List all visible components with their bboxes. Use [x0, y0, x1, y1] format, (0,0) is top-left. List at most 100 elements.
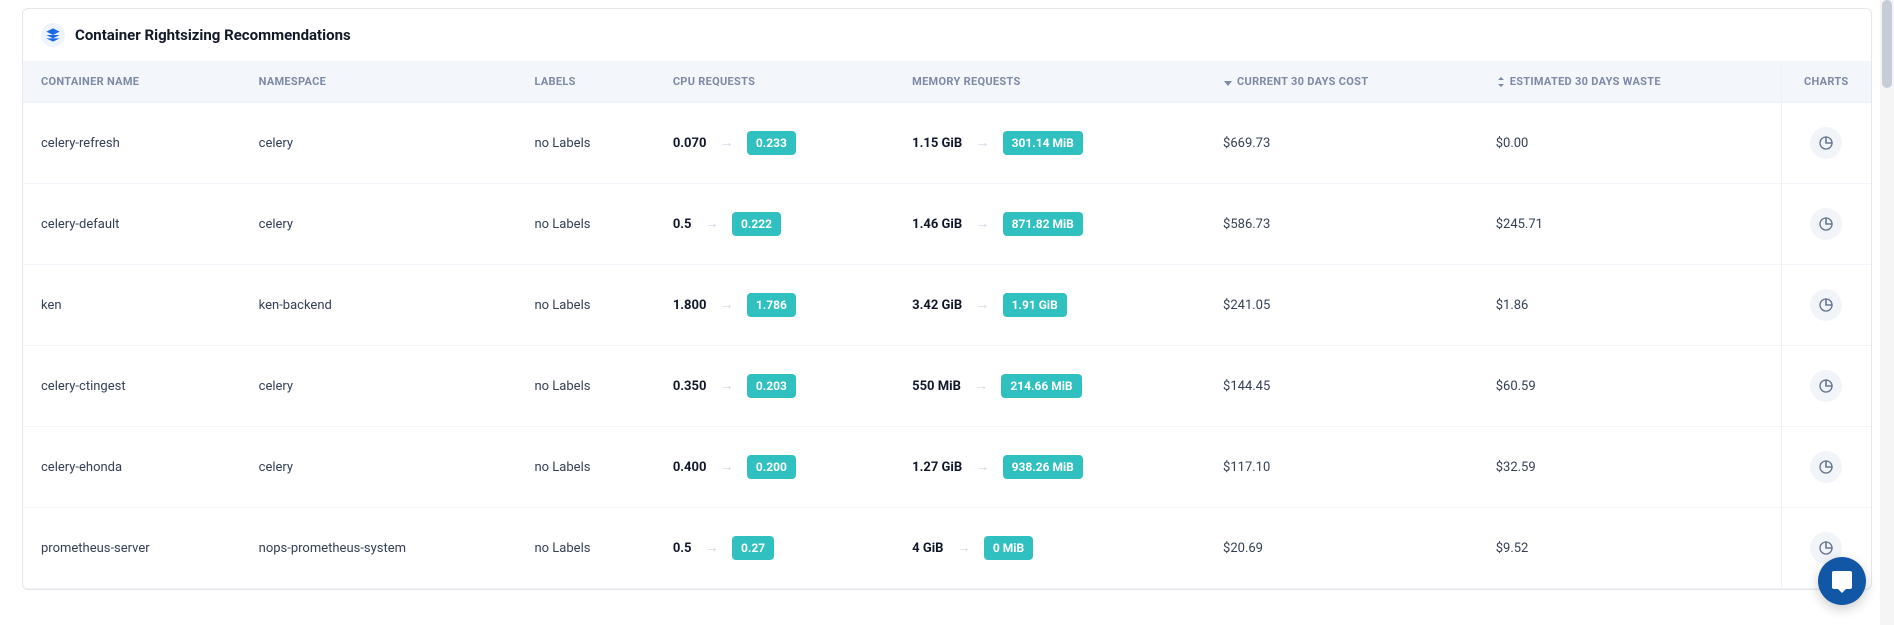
table-row: ken ken-backend no Labels 1.800 → 1.786 … [23, 265, 1871, 346]
cpu-current: 0.350 [673, 379, 707, 394]
pie-chart-icon [1818, 378, 1834, 394]
chart-button[interactable] [1810, 208, 1842, 240]
cell-cost: $669.73 [1205, 103, 1478, 184]
cell-cpu: 0.5 → 0.222 [655, 184, 894, 265]
arrow-right-icon: → [705, 216, 719, 232]
chart-button[interactable] [1810, 127, 1842, 159]
cell-memory: 1.15 GiB → 301.14 MiB [894, 103, 1205, 184]
memory-recommended: 214.66 MiB [1001, 374, 1081, 398]
col-memory[interactable]: MEMORY REQUESTS [894, 61, 1205, 103]
col-cost[interactable]: CURRENT 30 DAYS COST [1205, 61, 1478, 103]
arrow-right-icon: → [975, 297, 989, 313]
arrow-right-icon: → [720, 459, 734, 475]
scrollbar-thumb[interactable] [1882, 0, 1892, 88]
memory-current: 1.46 GiB [912, 217, 962, 232]
waste-text: $60.59 [1496, 379, 1536, 394]
cell-waste: $0.00 [1478, 103, 1781, 184]
cell-namespace: ken-backend [241, 265, 517, 346]
cost-text: $20.69 [1223, 541, 1263, 556]
memory-recommended: 301.14 MiB [1003, 131, 1083, 155]
labels-text: no Labels [534, 136, 590, 151]
arrow-right-icon: → [975, 459, 989, 475]
container-name-text: celery-refresh [41, 136, 120, 151]
cell-cost: $144.45 [1205, 346, 1478, 427]
memory-current: 4 GiB [912, 541, 943, 556]
table-row: celery-ehonda celery no Labels 0.400 → 0… [23, 427, 1871, 508]
cpu-current: 0.400 [673, 460, 707, 475]
namespace-text: celery [259, 379, 293, 394]
table-row: celery-refresh celery no Labels 0.070 → … [23, 103, 1871, 184]
cell-container: celery-ctingest [23, 346, 241, 427]
namespace-text: ken-backend [259, 298, 332, 313]
cell-charts [1781, 346, 1871, 427]
cpu-current: 0.5 [673, 217, 692, 232]
waste-text: $245.71 [1496, 217, 1543, 232]
cpu-recommended: 0.233 [747, 131, 796, 155]
pie-chart-icon [1818, 297, 1834, 313]
arrow-right-icon: → [705, 540, 719, 556]
cost-text: $586.73 [1223, 217, 1270, 232]
cell-container: ken [23, 265, 241, 346]
memory-recommended: 938.26 MiB [1003, 455, 1083, 479]
labels-text: no Labels [534, 460, 590, 475]
cell-charts [1781, 103, 1871, 184]
container-name-text: celery-default [41, 217, 119, 232]
chart-button[interactable] [1810, 289, 1842, 321]
pie-chart-icon [1818, 540, 1834, 556]
cell-memory: 4 GiB → 0 MiB [894, 508, 1205, 589]
chart-button[interactable] [1810, 370, 1842, 402]
cell-namespace: celery [241, 427, 517, 508]
pie-chart-icon [1818, 459, 1834, 475]
labels-text: no Labels [534, 217, 590, 232]
recommendations-table: CONTAINER NAME NAMESPACE LABELS CPU REQU… [23, 61, 1871, 589]
cell-memory: 1.46 GiB → 871.82 MiB [894, 184, 1205, 265]
cell-cost: $20.69 [1205, 508, 1478, 589]
waste-text: $0.00 [1496, 136, 1529, 151]
scrollbar-track[interactable] [1880, 0, 1894, 625]
memory-recommended: 0 MiB [984, 536, 1033, 560]
panel-title: Container Rightsizing Recommendations [75, 26, 351, 44]
col-container-name[interactable]: CONTAINER NAME [23, 61, 241, 103]
col-namespace[interactable]: NAMESPACE [241, 61, 517, 103]
arrow-right-icon: → [974, 378, 988, 394]
arrow-right-icon: → [720, 297, 734, 313]
cpu-current: 0.5 [673, 541, 692, 556]
chat-widget-button[interactable] [1818, 557, 1866, 605]
labels-text: no Labels [534, 298, 590, 313]
col-cpu[interactable]: CPU REQUESTS [655, 61, 894, 103]
table-row: prometheus-server nops-prometheus-system… [23, 508, 1871, 589]
chart-button[interactable] [1810, 451, 1842, 483]
table-row: celery-default celery no Labels 0.5 → 0.… [23, 184, 1871, 265]
cost-text: $144.45 [1223, 379, 1270, 394]
container-name-text: celery-ctingest [41, 379, 126, 394]
cell-cost: $241.05 [1205, 265, 1478, 346]
namespace-text: celery [259, 136, 293, 151]
cpu-recommended: 0.200 [747, 455, 796, 479]
cell-cpu: 0.070 → 0.233 [655, 103, 894, 184]
waste-text: $1.86 [1496, 298, 1529, 313]
cell-waste: $32.59 [1478, 427, 1781, 508]
cell-container: celery-default [23, 184, 241, 265]
layers-icon [41, 23, 65, 47]
cell-container: celery-ehonda [23, 427, 241, 508]
arrow-right-icon: → [975, 135, 989, 151]
memory-current: 550 MiB [912, 379, 961, 394]
chat-icon [1830, 569, 1854, 593]
cell-container: prometheus-server [23, 508, 241, 589]
memory-current: 1.15 GiB [912, 136, 962, 151]
cell-labels: no Labels [516, 265, 654, 346]
container-name-text: celery-ehonda [41, 460, 122, 475]
cell-namespace: celery [241, 184, 517, 265]
col-charts[interactable]: CHARTS [1781, 61, 1871, 103]
pie-chart-icon [1818, 216, 1834, 232]
cell-labels: no Labels [516, 427, 654, 508]
cpu-recommended: 0.203 [747, 374, 796, 398]
cpu-recommended: 0.222 [732, 212, 781, 236]
col-labels[interactable]: LABELS [516, 61, 654, 103]
cell-waste: $245.71 [1478, 184, 1781, 265]
col-waste[interactable]: ESTIMATED 30 DAYS WASTE [1478, 61, 1781, 103]
cost-text: $669.73 [1223, 136, 1270, 151]
cell-cpu: 1.800 → 1.786 [655, 265, 894, 346]
container-name-text: ken [41, 298, 62, 313]
cell-labels: no Labels [516, 184, 654, 265]
